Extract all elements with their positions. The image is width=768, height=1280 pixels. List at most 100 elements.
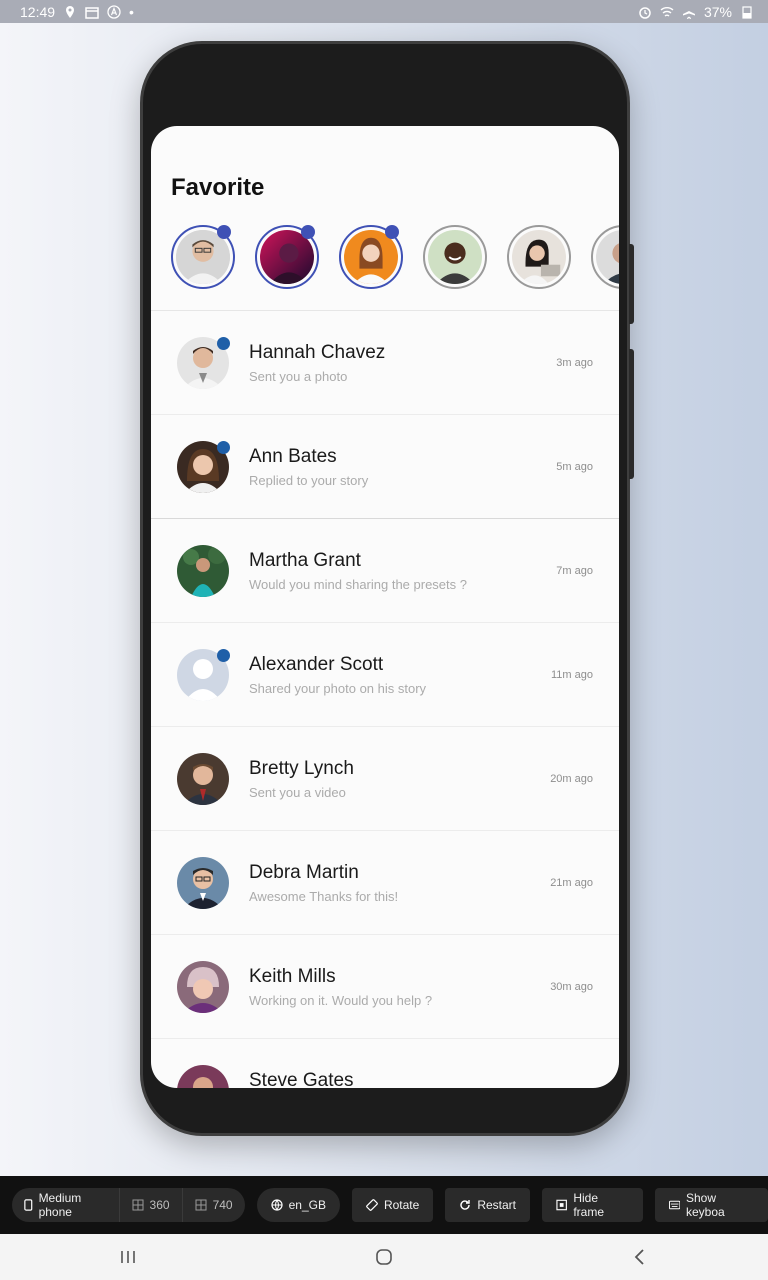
width-value: 360 xyxy=(149,1198,170,1212)
rotate-button[interactable]: Rotate xyxy=(351,1188,434,1222)
device-select-button[interactable]: Medium phone xyxy=(12,1188,119,1222)
alarm-icon xyxy=(639,6,651,19)
rotate-icon xyxy=(366,1199,378,1211)
message-time: 7m ago xyxy=(556,565,593,577)
status-right: 37% xyxy=(638,4,754,20)
chat-row[interactable]: Debra Martin Awesome Thanks for this! 21… xyxy=(151,831,619,935)
favorite-avatar[interactable] xyxy=(507,225,571,289)
message-time: 20m ago xyxy=(550,773,593,785)
last-message: Sent you a video xyxy=(249,785,346,800)
device-label: Medium phone xyxy=(38,1191,82,1219)
last-message: Working on it. Would you help ? xyxy=(249,993,433,1008)
refresh-icon xyxy=(460,1200,471,1210)
last-message: Would you mind sharing the presets ? xyxy=(249,577,467,592)
recents-button[interactable] xyxy=(108,1237,148,1277)
back-button[interactable] xyxy=(620,1237,660,1277)
hide-frame-label: Hide frame xyxy=(573,1191,604,1219)
avatar xyxy=(177,1065,229,1088)
locale-button[interactable]: en_GB xyxy=(256,1188,340,1222)
calendar-icon xyxy=(85,6,99,19)
chat-row[interactable]: Steve Gates xyxy=(151,1039,619,1088)
locale-label: en_GB xyxy=(288,1198,326,1212)
contact-name: Steve Gates xyxy=(249,1070,354,1088)
online-indicator xyxy=(385,225,399,239)
avatar xyxy=(177,961,229,1013)
device-toolbar: Medium phone 360 740 en_GB Rotate Restar… xyxy=(0,1176,768,1234)
message-time: 30m ago xyxy=(550,981,593,993)
chat-row[interactable]: Bretty Lynch Sent you a video 20m ago xyxy=(151,727,619,831)
contact-name: Martha Grant xyxy=(249,550,361,571)
contact-name: Keith Mills xyxy=(249,966,336,987)
contact-name: Ann Bates xyxy=(249,446,337,467)
chat-row[interactable]: Keith Mills Working on it. Would you hel… xyxy=(151,935,619,1039)
favorite-avatar[interactable] xyxy=(591,225,619,289)
online-indicator xyxy=(301,225,315,239)
location-icon xyxy=(66,5,75,18)
page-title: Favorite xyxy=(171,174,265,201)
avatar xyxy=(177,337,230,389)
height-value: 740 xyxy=(212,1198,233,1212)
width-field[interactable]: 360 xyxy=(118,1188,182,1222)
wifi-icon xyxy=(660,6,674,17)
app-screen: Favorite Hannah Chavez Sent you a photo … xyxy=(151,126,619,1088)
avatar xyxy=(177,649,230,701)
online-indicator xyxy=(217,337,230,350)
grid-icon xyxy=(195,1199,207,1211)
message-time: 11m ago xyxy=(551,669,593,681)
favorite-avatar[interactable] xyxy=(171,225,235,289)
battery-icon xyxy=(742,5,752,19)
chat-row[interactable]: Hannah Chavez Sent you a photo 3m ago xyxy=(151,311,619,415)
last-message: Replied to your story xyxy=(249,473,369,488)
restart-button[interactable]: Restart xyxy=(445,1188,530,1222)
recents-icon xyxy=(121,1251,135,1263)
avatar xyxy=(177,545,229,597)
chat-row[interactable]: Martha Grant Would you mind sharing the … xyxy=(151,519,619,623)
home-icon xyxy=(376,1249,392,1265)
online-indicator xyxy=(217,649,230,662)
keyboard-icon xyxy=(668,1200,680,1210)
last-message: Awesome Thanks for this! xyxy=(249,889,399,904)
frame-icon xyxy=(556,1199,567,1211)
volume-button xyxy=(629,244,634,324)
hide-frame-button[interactable]: Hide frame xyxy=(542,1188,643,1222)
height-field[interactable]: 740 xyxy=(181,1188,245,1222)
avatar xyxy=(177,441,230,493)
airplane-icon xyxy=(682,5,695,19)
contact-name: Hannah Chavez xyxy=(249,342,386,363)
rotate-label: Rotate xyxy=(383,1198,420,1212)
favorite-avatar[interactable] xyxy=(423,225,487,289)
dot-icon: • xyxy=(129,3,134,20)
power-button xyxy=(629,349,634,479)
status-left: 12:49 • xyxy=(20,4,134,20)
chat-row[interactable]: Ann Bates Replied to your story 5m ago xyxy=(151,415,619,519)
battery-percent: 37% xyxy=(703,3,732,20)
home-button[interactable] xyxy=(364,1237,404,1277)
show-keyboard-label: Show keyboa xyxy=(686,1191,725,1219)
restart-label: Restart xyxy=(477,1198,516,1212)
back-icon xyxy=(634,1249,644,1265)
status-time: 12:49 xyxy=(20,3,56,20)
chat-list[interactable]: Hannah Chavez Sent you a photo 3m ago An… xyxy=(151,311,619,1088)
avatar xyxy=(177,753,229,805)
contact-name: Debra Martin xyxy=(249,862,359,883)
grid-icon xyxy=(132,1199,144,1211)
globe-icon xyxy=(270,1199,283,1211)
favorite-avatar[interactable] xyxy=(339,225,403,289)
a-circle-icon xyxy=(107,4,121,19)
message-time: 5m ago xyxy=(556,461,593,473)
show-keyboard-button[interactable]: Show keyboa xyxy=(654,1188,768,1222)
last-message: Shared your photo on his story xyxy=(249,681,427,696)
phone-icon xyxy=(24,1199,33,1211)
online-indicator xyxy=(217,225,231,239)
online-indicator xyxy=(217,441,230,454)
device-size-group: Medium phone 360 740 xyxy=(12,1188,245,1222)
android-nav-bar xyxy=(0,1234,768,1280)
status-bar: 12:49 • 37% xyxy=(0,0,768,23)
chat-row[interactable]: Alexander Scott Shared your photo on his… xyxy=(151,623,619,727)
last-message: Sent you a photo xyxy=(249,369,348,384)
message-time: 3m ago xyxy=(556,357,593,369)
phone-frame: Favorite Hannah Chavez Sent you a photo … xyxy=(140,41,634,1136)
favorites-strip[interactable] xyxy=(171,225,619,291)
favorite-avatar[interactable] xyxy=(255,225,319,289)
contact-name: Bretty Lynch xyxy=(249,758,354,779)
